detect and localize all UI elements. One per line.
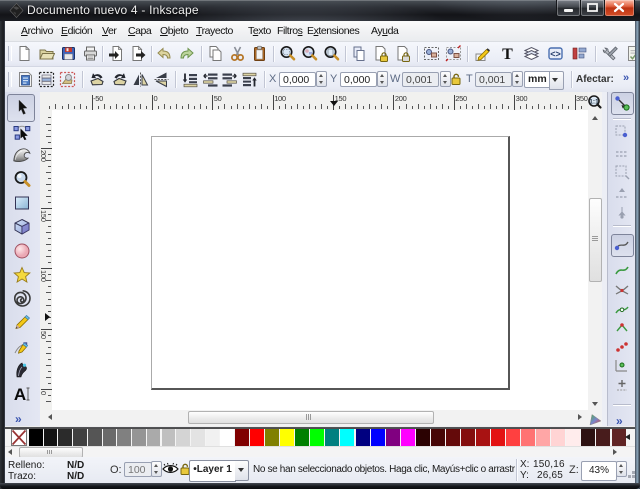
svg-text:<>: <>	[550, 49, 561, 59]
svg-text:T: T	[502, 46, 513, 62]
svg-text:A: A	[14, 385, 26, 403]
